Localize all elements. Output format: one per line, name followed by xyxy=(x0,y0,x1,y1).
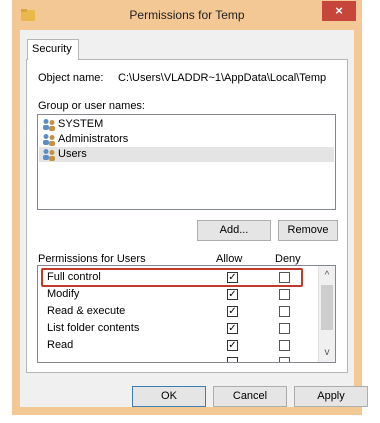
allow-checkbox[interactable] xyxy=(227,340,238,351)
users-icon xyxy=(43,149,55,161)
permission-row-read: Read xyxy=(38,337,318,354)
permissions-list[interactable]: Full control Modify Read & execute List … xyxy=(37,265,336,363)
scroll-up-icon[interactable]: ^ xyxy=(319,267,335,284)
list-item-label: Administrators xyxy=(58,133,129,145)
cancel-button[interactable]: Cancel xyxy=(213,386,287,407)
deny-checkbox[interactable] xyxy=(279,289,290,300)
ok-button[interactable]: OK xyxy=(132,386,206,407)
tab-security[interactable]: Security xyxy=(27,39,79,60)
allow-column-header: Allow xyxy=(216,253,243,265)
scroll-thumb[interactable] xyxy=(321,285,333,330)
allow-checkbox[interactable] xyxy=(227,289,238,300)
list-item-system[interactable]: SYSTEM xyxy=(39,117,334,132)
permission-row-list-folder-contents: List folder contents xyxy=(38,320,318,337)
list-item-label: SYSTEM xyxy=(58,118,104,130)
permission-row-modify: Modify xyxy=(38,286,318,303)
window-title: Permissions for Temp xyxy=(129,8,245,22)
permission-row-partial xyxy=(38,354,318,362)
group-names-label: Group or user names: xyxy=(38,100,145,112)
permissions-scrollbar[interactable]: ^ v xyxy=(318,266,335,362)
list-item-label: Users xyxy=(58,148,87,160)
list-item-administrators[interactable]: Administrators xyxy=(39,132,334,147)
deny-checkbox[interactable] xyxy=(279,306,290,317)
permissions-window: Permissions for Temp × Security Object n… xyxy=(12,0,368,415)
permission-name: List folder contents xyxy=(47,322,140,334)
full-control-highlight xyxy=(41,268,303,287)
scroll-down-icon[interactable]: v xyxy=(319,344,335,361)
permissions-label: Permissions for Users xyxy=(38,253,146,265)
apply-button[interactable]: Apply xyxy=(294,386,368,407)
deny-column-header: Deny xyxy=(275,253,301,265)
object-name-label: Object name: xyxy=(38,72,104,84)
users-icon xyxy=(43,119,55,131)
add-button[interactable]: Add... xyxy=(197,220,271,241)
permission-name: Read & execute xyxy=(47,305,126,317)
security-panel: Object name: C:\Users\VLADDR~1\AppData\L… xyxy=(26,59,348,373)
title-bar: Permissions for Temp × xyxy=(12,0,362,30)
group-names-list[interactable]: SYSTEM Administrators Users xyxy=(37,114,336,210)
users-icon xyxy=(43,134,55,146)
allow-checkbox[interactable] xyxy=(227,323,238,334)
list-item-users[interactable]: Users xyxy=(39,147,334,162)
remove-button[interactable]: Remove xyxy=(278,220,338,241)
allow-checkbox[interactable] xyxy=(227,306,238,317)
permission-name: Read xyxy=(47,339,74,351)
permission-name: Modify xyxy=(47,288,80,300)
dialog-client: Security Object name: C:\Users\VLADDR~1\… xyxy=(20,30,368,407)
permission-row-read-execute: Read & execute xyxy=(38,303,318,320)
allow-checkbox[interactable] xyxy=(227,357,238,362)
deny-checkbox[interactable] xyxy=(279,357,290,362)
object-name-value: C:\Users\VLADDR~1\AppData\Local\Temp xyxy=(118,72,327,84)
deny-checkbox[interactable] xyxy=(279,340,290,351)
close-button[interactable]: × xyxy=(322,1,356,21)
deny-checkbox[interactable] xyxy=(279,323,290,334)
